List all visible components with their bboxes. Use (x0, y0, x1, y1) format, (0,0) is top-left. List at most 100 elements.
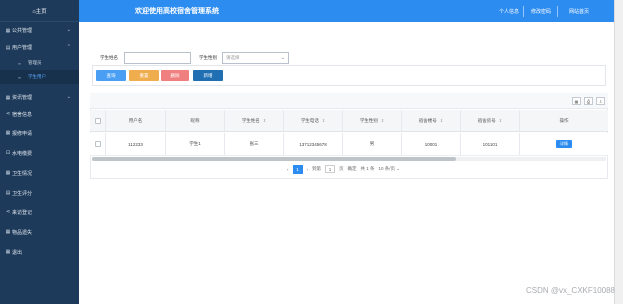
link-icon: ∞ (18, 74, 21, 80)
sidebar-item-label: 报修申请 (12, 130, 33, 137)
sort-icon[interactable]: ⇕ (322, 118, 325, 123)
col-header-username[interactable]: 用户名 (106, 110, 166, 131)
print-icon[interactable]: ⎙ (584, 97, 593, 105)
sort-icon[interactable]: ⇕ (499, 118, 502, 123)
col-label: 操作 (559, 117, 569, 123)
share-icon: ⋖ (5, 111, 11, 117)
book-icon: ▤ (5, 44, 11, 51)
col-header-actions: 操作 (520, 110, 608, 131)
grid-icon: ▦ (5, 130, 11, 136)
sidebar-item-lost-items[interactable]: ▦ 物品遗失 (0, 222, 79, 242)
table-row: 112233 学生1 张三 13712345678 男 10001 101101… (90, 133, 608, 156)
col-header-building[interactable]: 宿舍楼号 ⇕ (402, 110, 461, 131)
sidebar-subitem-student-users[interactable]: ∞ 学生用户 (0, 70, 79, 84)
sort-icon[interactable]: ⇕ (440, 118, 443, 123)
cell-student-phone: 13712345678 (284, 133, 343, 155)
page-size-select[interactable]: 10 条/页 ⌄ (379, 166, 401, 172)
sidebar-item-label: 宿舍信息 (12, 111, 33, 118)
sidebar: ⌂主页 ▦ 公共管理 ⌄ ▤ 用户管理 ⌃ ∞ 管理员 ∞ 学生用户 ▦ 资讯管… (0, 0, 79, 304)
watermark: CSDN @vx_CXKF10088 (525, 286, 615, 295)
col-label: 学生姓名 (241, 117, 260, 123)
link-icon: ∞ (18, 60, 21, 66)
sidebar-item-dorm-info[interactable]: ⋖ 宿舍信息 (0, 106, 79, 122)
cell-building: 10001 (402, 133, 461, 155)
sidebar-item-label: 来访登记 (12, 209, 33, 216)
sidebar-item-repair[interactable]: ▦ 报修申请 (0, 122, 79, 144)
grid-icon: ▦ (5, 94, 11, 101)
personal-info-link[interactable]: 个人信息 (499, 8, 519, 15)
grid-icon: ▦ (5, 27, 11, 34)
sidebar-item-public[interactable]: ▦ 公共管理 ⌄ (0, 22, 79, 39)
sidebar-item-hygiene[interactable]: ▦ 卫生情况 (0, 162, 79, 184)
reset-button[interactable]: 重置 (129, 70, 159, 81)
book-icon: ▤ (5, 190, 11, 196)
row-select-cell (90, 133, 106, 155)
grid-icon: ▦ (5, 229, 11, 235)
sidebar-item-hygiene-score[interactable]: ▤ 卫生评分 (0, 184, 79, 202)
horizontal-scrollbar[interactable] (92, 157, 606, 161)
student-gender-label: 学生性别 (199, 55, 217, 60)
page-title: 欢迎使用高校宿舍管理系统 (135, 8, 219, 15)
sidebar-item-label: 物品遗失 (12, 229, 33, 236)
site-home-link[interactable]: 网站首页 (569, 8, 589, 15)
query-button[interactable]: 查询 (96, 70, 126, 81)
sort-icon[interactable]: ⇕ (381, 118, 384, 123)
sidebar-subitem-admin[interactable]: ∞ 管理员 (0, 56, 79, 70)
prev-page-button[interactable]: ‹ (287, 167, 289, 172)
next-page-button[interactable]: › (307, 167, 309, 172)
sidebar-item-utility[interactable]: ⊡ 水电缴费 (0, 144, 79, 162)
chevron-down-icon: ⌄ (396, 166, 401, 171)
header-divider (557, 6, 558, 17)
cell-nickname: 学生1 (166, 133, 225, 155)
select-all-cell (90, 110, 106, 131)
sidebar-subitem-label: 学生用户 (28, 74, 46, 79)
sidebar-item-visitor[interactable]: ⋖ 来访登记 (0, 202, 79, 222)
sidebar-item-news[interactable]: ▦ 资讯管理 ⌄ (0, 89, 79, 106)
total-count: 共 1 条 (360, 166, 375, 171)
sidebar-item-logout[interactable]: ▦ 退出 (0, 242, 79, 262)
col-label: 宿舍楼号 (418, 117, 437, 123)
cell-student-gender: 男 (343, 133, 402, 155)
sidebar-item-label: 退出 (12, 249, 23, 256)
student-gender-select[interactable]: 请选择 ⌄ (222, 52, 289, 64)
sidebar-item-label: 卫生情况 (12, 170, 33, 177)
select-all-checkbox[interactable] (94, 117, 101, 124)
grid-icon: ▦ (5, 249, 11, 255)
change-password-link[interactable]: 修改密码 (531, 8, 551, 15)
cell-room: 101101 (461, 133, 520, 155)
add-button[interactable]: 新增 (193, 70, 223, 81)
col-header-student-name[interactable]: 学生姓名 ⇕ (225, 110, 284, 131)
sidebar-home-link[interactable]: ⌂主页 (0, 0, 79, 22)
col-header-nickname[interactable]: 昵称 (166, 110, 225, 131)
select-placeholder: 请选择 (226, 55, 240, 60)
scrollbar-thumb[interactable] (92, 157, 456, 161)
share-icon: ⋖ (5, 209, 11, 215)
goto-label: 到第 (312, 166, 321, 171)
student-name-label: 学生姓名 (100, 55, 118, 60)
row-checkbox[interactable] (94, 141, 101, 147)
cell-actions: 详情 (520, 133, 608, 155)
goto-page-input[interactable]: 1 (325, 165, 335, 173)
col-label: 用户名 (128, 117, 143, 123)
current-page[interactable]: 1 (292, 164, 303, 174)
sidebar-item-label: 用户管理 (12, 45, 33, 51)
grid-icon[interactable]: ▦ (572, 97, 581, 105)
sidebar-item-users[interactable]: ▤ 用户管理 ⌃ (0, 39, 79, 56)
chevron-down-icon: ⌄ (280, 55, 285, 61)
header-divider (523, 6, 524, 17)
confirm-button[interactable]: 确定 (348, 166, 357, 172)
export-icon[interactable]: ⇩ (596, 97, 605, 105)
student-name-input[interactable] (124, 52, 191, 64)
grid-icon: ▦ (5, 170, 11, 176)
sort-icon[interactable]: ⇕ (263, 118, 266, 123)
col-header-room[interactable]: 宿舍房号 ⇕ (461, 110, 520, 131)
delete-button[interactable]: 删除 (161, 70, 189, 81)
col-header-student-phone[interactable]: 学生电话 ⇕ (284, 110, 343, 131)
col-header-student-gender[interactable]: 学生性别 ⇕ (343, 110, 402, 131)
col-label: 昵称 (190, 117, 200, 123)
cart-icon: ⊡ (5, 150, 11, 156)
detail-button[interactable]: 详情 (556, 140, 572, 148)
sidebar-subitem-label: 管理员 (28, 60, 42, 65)
sidebar-item-label: 资讯管理 (12, 95, 33, 101)
vertical-scrollbar[interactable] (614, 0, 623, 304)
